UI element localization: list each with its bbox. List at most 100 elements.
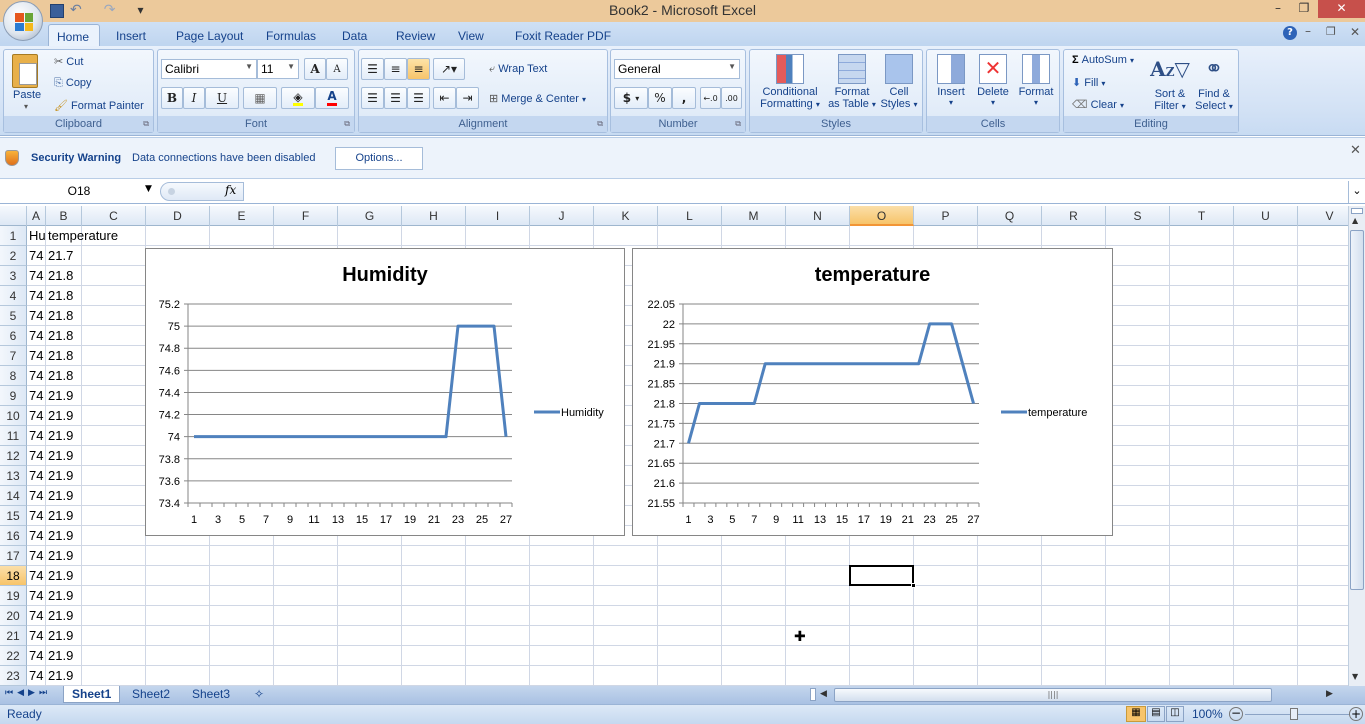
tab-split-handle[interactable] xyxy=(810,688,816,701)
column-header-e[interactable]: E xyxy=(210,206,274,226)
cell-a20[interactable]: 74 xyxy=(27,606,43,626)
sheet-tab-sheet2[interactable]: Sheet2 xyxy=(124,686,178,703)
column-header-u[interactable]: U xyxy=(1234,206,1298,226)
cell-a2[interactable]: 74 xyxy=(27,246,43,266)
conditional-formatting-button[interactable]: Conditional Formatting ▾ xyxy=(754,54,826,110)
copy-button[interactable]: ⎘ Copy xyxy=(54,77,92,90)
font-size-combo[interactable]: 11 ▼ xyxy=(257,59,299,79)
column-header-f[interactable]: F xyxy=(274,206,338,226)
row-header-2[interactable]: 2 xyxy=(0,246,27,266)
zoom-slider-thumb[interactable] xyxy=(1290,708,1298,720)
format-cells-button[interactable]: Format ▾ xyxy=(1015,54,1057,107)
cell-b11[interactable]: 21.9 xyxy=(46,426,73,446)
align-center-button[interactable]: ☰ xyxy=(384,87,407,109)
tab-foxit-reader-pdf[interactable]: Foxit Reader PDF xyxy=(507,24,619,46)
cell-b1[interactable]: temperature xyxy=(46,226,118,246)
cell-b7[interactable]: 21.8 xyxy=(46,346,73,366)
ribbon-restore-icon[interactable]: ❐ xyxy=(1326,25,1336,38)
row-header-22[interactable]: 22 xyxy=(0,646,27,666)
cell-b22[interactable]: 21.9 xyxy=(46,646,73,666)
cell-b12[interactable]: 21.9 xyxy=(46,446,73,466)
comma-button[interactable]: , xyxy=(672,87,696,109)
clipboard-dialog-launcher-icon[interactable]: ⧉ xyxy=(143,119,149,129)
column-header-m[interactable]: M xyxy=(722,206,786,226)
paste-dropdown-icon[interactable]: ▾ xyxy=(24,102,28,111)
cell-b18[interactable]: 21.9 xyxy=(46,566,73,586)
name-box[interactable]: O18 xyxy=(0,181,158,202)
alignment-dialog-launcher-icon[interactable]: ⧉ xyxy=(597,119,603,129)
fill-handle[interactable] xyxy=(911,583,916,588)
bold-button[interactable]: B xyxy=(161,87,183,109)
cell-a1[interactable]: Hu xyxy=(27,226,46,246)
underline-button[interactable]: U xyxy=(205,87,239,109)
autosum-button[interactable]: Σ AutoSum ▾ xyxy=(1072,54,1134,66)
row-header-1[interactable]: 1 xyxy=(0,226,27,246)
close-warning-icon[interactable]: ✕ xyxy=(1350,143,1361,158)
fill-button[interactable]: ⬇ Fill ▾ xyxy=(1072,76,1105,89)
column-header-l[interactable]: L xyxy=(658,206,722,226)
minimize-button[interactable]: – xyxy=(1264,0,1292,18)
cell-a21[interactable]: 74 xyxy=(27,626,43,646)
decrease-indent-button[interactable]: ⇤ xyxy=(433,87,456,109)
font-dialog-launcher-icon[interactable]: ⧉ xyxy=(344,119,350,129)
sort-filter-button[interactable]: AZ▽ Sort & Filter ▾ xyxy=(1150,54,1190,112)
row-header-9[interactable]: 9 xyxy=(0,386,27,406)
column-header-t[interactable]: T xyxy=(1170,206,1234,226)
office-button[interactable] xyxy=(3,1,43,41)
font-name-combo[interactable]: Calibri ▼ xyxy=(161,59,257,79)
align-middle-button[interactable]: ≡ xyxy=(384,58,407,80)
column-header-h[interactable]: H xyxy=(402,206,466,226)
row-header-23[interactable]: 23 xyxy=(0,666,27,686)
scroll-right-icon[interactable]: ▶ xyxy=(1326,689,1333,699)
column-header-n[interactable]: N xyxy=(786,206,850,226)
row-header-6[interactable]: 6 xyxy=(0,326,27,346)
cell-b21[interactable]: 21.9 xyxy=(46,626,73,646)
name-box-dropdown-icon[interactable]: ▼ xyxy=(145,184,152,194)
column-header-i[interactable]: I xyxy=(466,206,530,226)
insert-sheet-icon[interactable]: ✧ xyxy=(246,686,272,703)
row-header-15[interactable]: 15 xyxy=(0,506,27,526)
vertical-scroll-thumb[interactable] xyxy=(1350,230,1364,590)
column-header-o[interactable]: O xyxy=(850,206,914,226)
cell-a8[interactable]: 74 xyxy=(27,366,43,386)
row-header-12[interactable]: 12 xyxy=(0,446,27,466)
cell-a23[interactable]: 74 xyxy=(27,666,43,686)
column-header-j[interactable]: J xyxy=(530,206,594,226)
tab-home[interactable]: Home xyxy=(48,24,100,46)
cell-b10[interactable]: 21.9 xyxy=(46,406,73,426)
column-header-p[interactable]: P xyxy=(914,206,978,226)
cell-a18[interactable]: 74 xyxy=(27,566,43,586)
row-header-11[interactable]: 11 xyxy=(0,426,27,446)
expand-handle-icon[interactable] xyxy=(168,188,175,195)
close-button[interactable]: ✕ xyxy=(1318,0,1365,18)
cell-b5[interactable]: 21.8 xyxy=(46,306,73,326)
cell-styles-button[interactable]: Cell Styles ▾ xyxy=(878,54,920,110)
cell-b23[interactable]: 21.9 xyxy=(46,666,73,686)
cell-a12[interactable]: 74 xyxy=(27,446,43,466)
tab-view[interactable]: View xyxy=(450,24,492,46)
row-header-21[interactable]: 21 xyxy=(0,626,27,646)
column-header-g[interactable]: G xyxy=(338,206,402,226)
row-header-18[interactable]: 18 xyxy=(0,566,27,586)
horizontal-scroll-thumb[interactable]: |||| xyxy=(834,688,1272,702)
cell-a16[interactable]: 74 xyxy=(27,526,43,546)
column-header-b[interactable]: B xyxy=(46,206,82,226)
borders-button[interactable]: ▦ xyxy=(243,87,277,109)
insert-cells-button[interactable]: Insert ▾ xyxy=(931,54,971,107)
merge-center-button[interactable]: ⊞ Merge & Center ▾ xyxy=(489,92,586,105)
cell-b9[interactable]: 21.9 xyxy=(46,386,73,406)
tab-page-layout[interactable]: Page Layout xyxy=(168,24,251,46)
temperature-chart[interactable]: temperature 21.55 21.6 21.65 21.7 21.75 21.8 21… xyxy=(632,248,1113,536)
number-dialog-launcher-icon[interactable]: ⧉ xyxy=(735,119,741,129)
row-header-14[interactable]: 14 xyxy=(0,486,27,506)
cell-a10[interactable]: 74 xyxy=(27,406,43,426)
cell-a15[interactable]: 74 xyxy=(27,506,43,526)
normal-view-button[interactable]: ▦ xyxy=(1126,706,1146,722)
humidity-chart[interactable]: Humidity 73.4 73.6 73.8 74 74.2 74.4 74.6 74.8 75… xyxy=(145,248,625,536)
sheet-tab-sheet3[interactable]: Sheet3 xyxy=(184,686,238,703)
orientation-button[interactable]: ↗▾ xyxy=(433,58,465,80)
row-header-19[interactable]: 19 xyxy=(0,586,27,606)
row-header-3[interactable]: 3 xyxy=(0,266,27,286)
row-header-8[interactable]: 8 xyxy=(0,366,27,386)
increase-decimal-button[interactable]: ←.0 xyxy=(700,87,721,109)
